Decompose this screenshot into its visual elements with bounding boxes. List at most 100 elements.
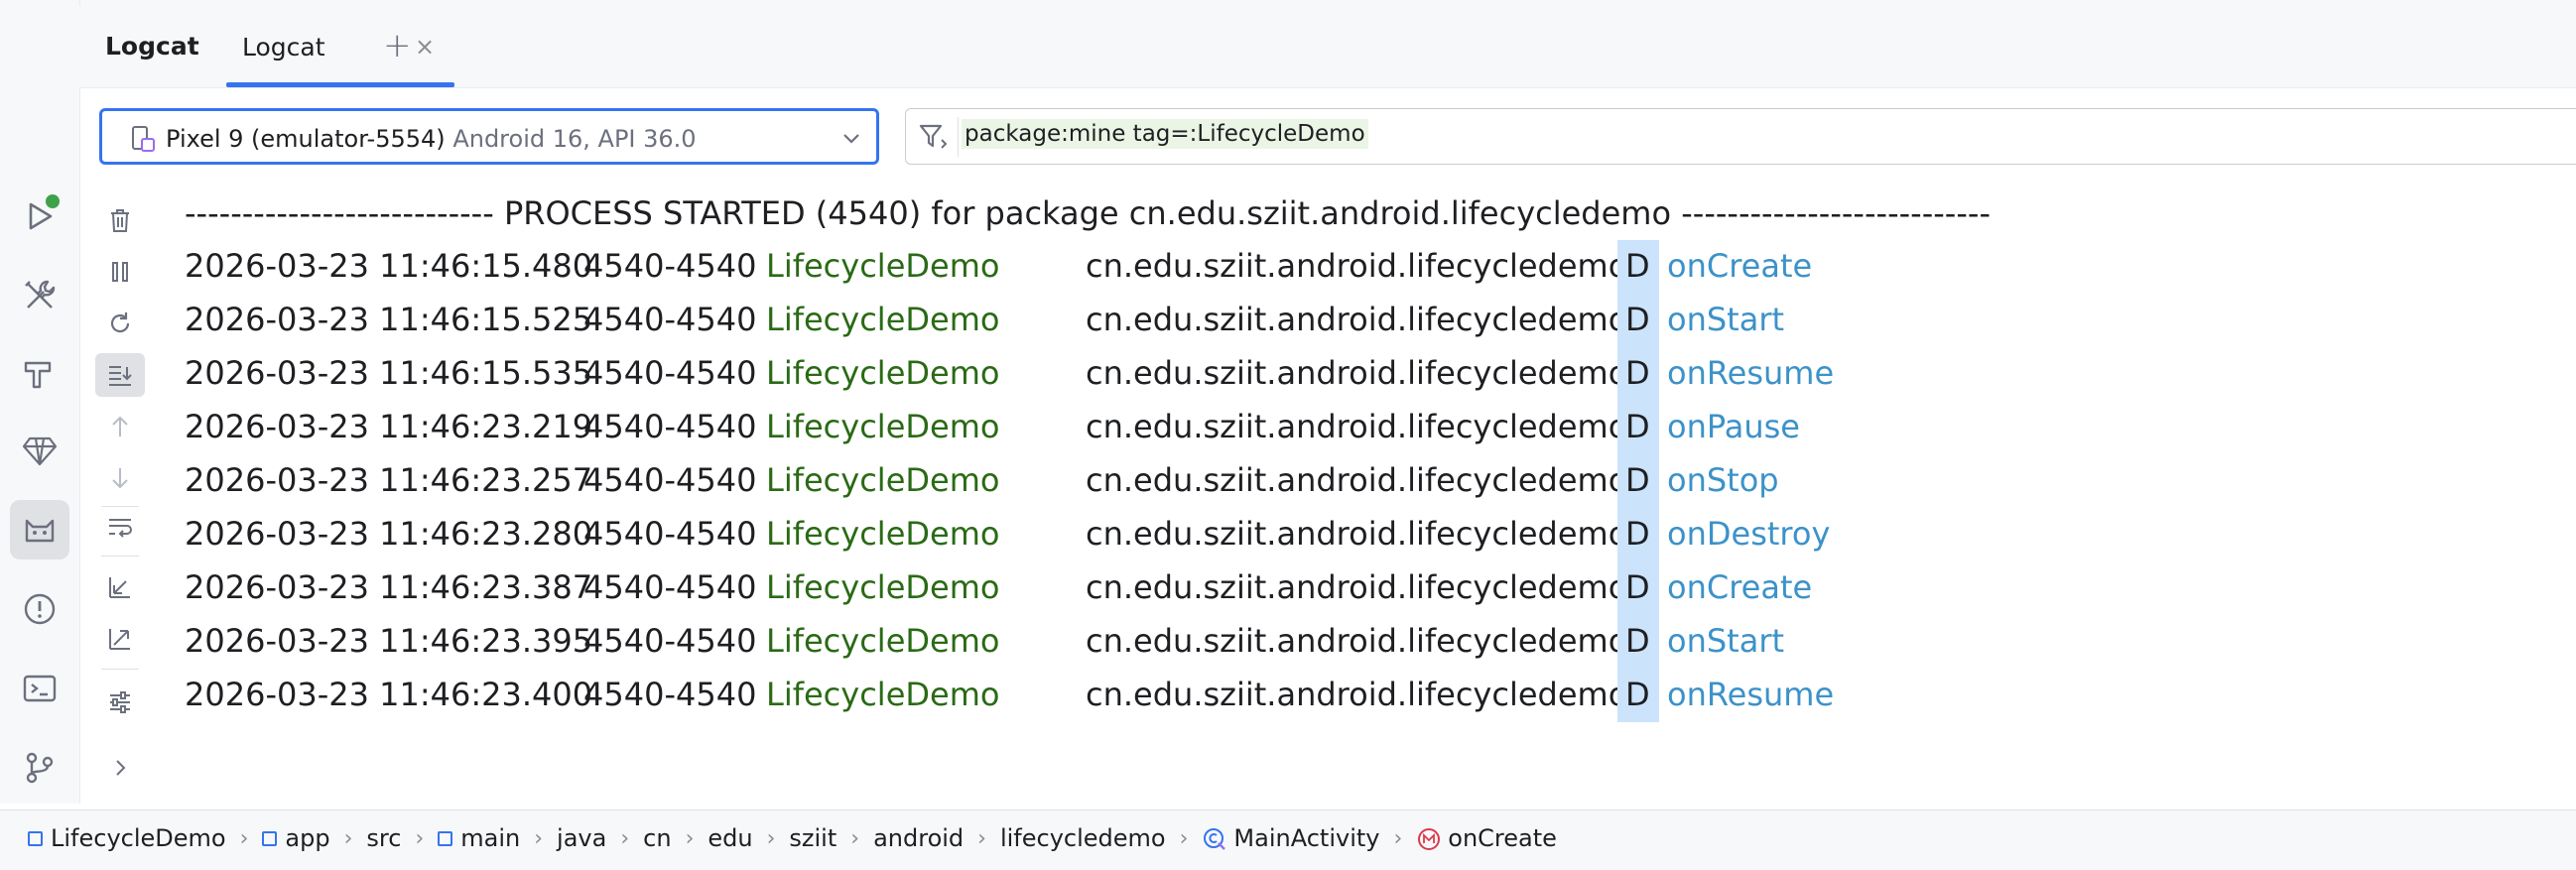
down-arrow-icon[interactable] (95, 456, 145, 500)
breadcrumb-item[interactable]: cn (643, 824, 671, 852)
breadcrumb-separator: › (1179, 825, 1189, 851)
breadcrumb-label: sziit (789, 824, 837, 852)
build-tools-icon[interactable] (16, 272, 64, 319)
trash-icon[interactable] (95, 198, 145, 242)
breadcrumb-separator: › (850, 825, 860, 851)
log-pid: 4540-4540 (583, 461, 757, 499)
log-package: cn.edu.sziit.android.lifecycledemo (1086, 408, 1628, 445)
log-level: D (1625, 408, 1650, 445)
log-package: cn.edu.sziit.android.lifecycledemo (1086, 247, 1628, 285)
logcat-icon[interactable] (10, 500, 69, 559)
log-level: D (1625, 461, 1650, 499)
run-status-dot (46, 194, 60, 208)
log-message: onStart (1667, 622, 1785, 660)
breadcrumb-item[interactable]: edu (708, 824, 752, 852)
git-icon[interactable] (16, 744, 64, 792)
filter-separator (958, 117, 959, 157)
log-pid: 4540-4540 (583, 247, 757, 285)
log-time: 2026-03-23 11:46:23.280 (185, 515, 593, 553)
log-level: D (1625, 515, 1650, 553)
hammer-icon[interactable] (16, 349, 64, 397)
more-chevron-icon[interactable] (95, 746, 145, 790)
log-tag: LifecycleDemo (766, 622, 1000, 660)
breadcrumb-label: cn (643, 824, 672, 852)
breadcrumb-item[interactable]: LifecycleDemo (28, 824, 226, 852)
soft-wrap-icon[interactable] (95, 504, 145, 548)
device-selector[interactable]: Pixel 9 (emulator-5554) Android 16, API … (99, 108, 879, 165)
left-tool-window-bar (0, 0, 80, 804)
log-message: onResume (1667, 354, 1835, 392)
module-icon (28, 830, 43, 846)
breadcrumb-item[interactable]: lifecycledemo (1000, 824, 1166, 852)
breadcrumb-label: MainActivity (1233, 824, 1380, 852)
breadcrumb-separator: › (343, 825, 353, 851)
table-row[interactable]: 2026-03-23 11:46:23.400 4540-4540 Lifecycl… (185, 669, 2546, 722)
logcat-output[interactable]: --------------------------- PROCESS STAR… (185, 194, 2546, 800)
settings-sliders-icon[interactable] (95, 681, 145, 724)
log-tag: LifecycleDemo (766, 247, 1000, 285)
toolbar-separator (101, 556, 139, 557)
process-started-line: --------------------------- PROCESS STAR… (185, 194, 1991, 232)
breadcrumb-item[interactable]: sziit (789, 824, 837, 852)
active-tab-indicator (226, 82, 454, 87)
breadcrumb-item[interactable]: java (557, 824, 606, 852)
activity-class-icon (1202, 824, 1233, 852)
log-tag: LifecycleDemo (766, 461, 1000, 499)
table-row[interactable]: 2026-03-23 11:46:23.387 4540-4540 Lifecycl… (185, 561, 2546, 615)
log-package: cn.edu.sziit.android.lifecycledemo (1086, 676, 1628, 713)
terminal-icon[interactable] (16, 665, 64, 712)
log-message: onResume (1667, 676, 1835, 713)
breadcrumb-separator: › (1393, 825, 1403, 851)
table-row[interactable]: 2026-03-23 11:46:23.219 4540-4540 Lifecycl… (185, 401, 2546, 454)
add-tab-button[interactable]: + (383, 26, 412, 65)
restart-icon[interactable] (95, 302, 145, 345)
breadcrumb-item[interactable]: android (873, 824, 964, 852)
log-time: 2026-03-23 11:46:23.387 (185, 568, 593, 606)
logcat-tab-bar: Logcat Logcat × + (79, 6, 2576, 88)
table-row[interactable]: 2026-03-23 11:46:23.395 4540-4540 Lifecycl… (185, 615, 2546, 669)
breadcrumb-item[interactable]: src (366, 824, 401, 852)
breadcrumb-item[interactable]: main (438, 824, 520, 852)
breadcrumb-item[interactable]: onCreate (1416, 824, 1557, 852)
table-row[interactable]: 2026-03-23 11:46:15.535 4540-4540 Lifecycl… (185, 347, 2546, 401)
tab-logcat[interactable]: Logcat × (218, 6, 458, 87)
close-icon[interactable]: × (415, 33, 435, 61)
log-package: cn.edu.sziit.android.lifecycledemo (1086, 622, 1628, 660)
log-level: D (1625, 301, 1650, 338)
log-tag: LifecycleDemo (766, 515, 1000, 553)
device-name: Pixel 9 (emulator-5554) (166, 125, 446, 153)
filter-query[interactable]: package:mine tag=:LifecycleDemo (962, 119, 1368, 149)
breadcrumb-separator: › (685, 825, 695, 851)
log-message: onStart (1667, 301, 1785, 338)
scroll-to-end-icon[interactable] (95, 353, 145, 397)
log-package: cn.edu.sziit.android.lifecycledemo (1086, 568, 1628, 606)
table-row[interactable]: 2026-03-23 11:46:15.525 4540-4540 Lifecycl… (185, 294, 2546, 347)
gem-icon[interactable] (16, 427, 64, 474)
breadcrumb-separator: › (239, 825, 249, 851)
log-time: 2026-03-23 11:46:15.525 (185, 301, 593, 338)
breadcrumb-label: onCreate (1448, 824, 1557, 852)
breadcrumb: LifecycleDemo › app › src › main › java › cn › edu › s… (28, 824, 1557, 852)
collapse-icon[interactable] (95, 565, 145, 609)
table-row[interactable]: 2026-03-23 11:46:23.257 4540-4540 Lifecycl… (185, 454, 2546, 508)
method-icon (1416, 824, 1448, 852)
breadcrumb-label: lifecycledemo (999, 824, 1166, 852)
toolwindow-title: Logcat (105, 32, 199, 61)
up-arrow-icon[interactable] (95, 405, 145, 448)
log-tag: LifecycleDemo (766, 408, 1000, 445)
table-row[interactable]: 2026-03-23 11:46:15.480 4540-4540 Lifecycl… (185, 240, 2546, 294)
expand-icon[interactable] (95, 617, 145, 661)
filter-icon[interactable] (918, 122, 950, 156)
log-package: cn.edu.sziit.android.lifecycledemo (1086, 354, 1628, 392)
breadcrumb-item[interactable]: MainActivity (1202, 824, 1379, 852)
logcat-filter-input[interactable]: package:mine tag=:LifecycleDemo (905, 108, 2576, 165)
table-row[interactable]: 2026-03-23 11:46:23.280 4540-4540 Lifecycl… (185, 508, 2546, 561)
log-package: cn.edu.sziit.android.lifecycledemo (1086, 461, 1628, 499)
log-pid: 4540-4540 (583, 515, 757, 553)
pause-icon[interactable] (95, 250, 145, 294)
log-level: D (1625, 622, 1650, 660)
device-api: Android 16, API 36.0 (452, 125, 697, 153)
problems-icon[interactable] (16, 585, 64, 633)
tab-label: Logcat (242, 33, 325, 62)
breadcrumb-item[interactable]: app (262, 824, 330, 852)
